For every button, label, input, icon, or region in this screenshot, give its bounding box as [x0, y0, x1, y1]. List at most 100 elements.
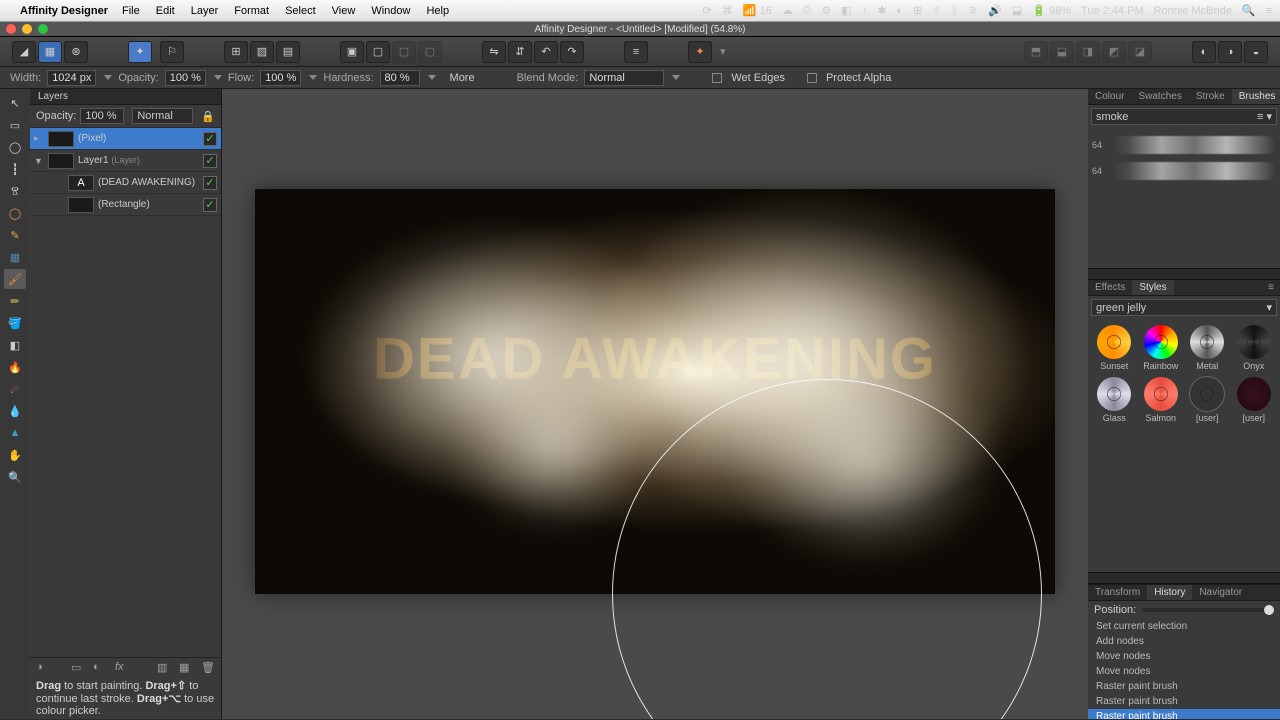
battery-icon[interactable]: 🔋 98%	[1032, 4, 1071, 17]
freehand-select-icon[interactable]: Ⱄ	[4, 181, 26, 201]
view1-icon[interactable]: ◐	[1192, 41, 1216, 63]
layers-tab[interactable]: Layers	[30, 89, 221, 105]
window-traffic-lights[interactable]	[6, 24, 48, 34]
history-slider[interactable]	[1142, 608, 1274, 612]
add-pixel-icon[interactable]: ▦	[179, 661, 193, 675]
smudge-tool-icon[interactable]: ☄	[4, 379, 26, 399]
history-item[interactable]: Raster paint brush	[1088, 679, 1280, 694]
tab-navigator[interactable]: Navigator	[1192, 585, 1249, 600]
tab-brushes[interactable]: Brushes	[1232, 89, 1280, 104]
width-field[interactable]: 1024 px	[47, 70, 96, 86]
dropbox-icon[interactable]: ⬓	[1012, 4, 1022, 17]
style-swatch[interactable]: Metal	[1187, 325, 1228, 371]
hardness-field[interactable]: 80 %	[380, 70, 420, 86]
tab-transform[interactable]: Transform	[1088, 585, 1147, 600]
pan-tool-icon[interactable]: ✋	[4, 445, 26, 465]
zoom-tool-icon[interactable]: 🔍	[4, 467, 26, 487]
tray-icon[interactable]: ⚙	[822, 4, 832, 17]
brush-item[interactable]: 64	[1092, 158, 1276, 184]
tray-icon[interactable]: ♪	[862, 5, 868, 17]
style-swatch[interactable]: Rainbow	[1141, 325, 1182, 371]
lock-icon[interactable]: 🔒	[201, 110, 215, 123]
arrange-forward-icon[interactable]: ▢	[366, 41, 390, 63]
menu-edit[interactable]: Edit	[156, 5, 175, 17]
rotate-cw-icon[interactable]: ↷	[560, 41, 584, 63]
boolean-sub-icon[interactable]: ⬓	[1050, 41, 1074, 63]
quickfx-icon[interactable]: ✦	[688, 41, 712, 63]
rotate-ccw-icon[interactable]: ↶	[534, 41, 558, 63]
layer-row[interactable]: ▼ Layer1 (Layer) ✓	[30, 150, 221, 172]
tab-swatches[interactable]: Swatches	[1131, 89, 1188, 104]
adj-icon[interactable]: ◐	[93, 661, 107, 675]
menu-layer[interactable]: Layer	[191, 5, 219, 17]
tray-icon[interactable]: ◐	[897, 5, 904, 17]
layer-row[interactable]: ▸ (Pixel) ✓	[30, 128, 221, 150]
persona-export-icon[interactable]: ⊛	[64, 41, 88, 63]
blur-tool-icon[interactable]: 💧	[4, 401, 26, 421]
more-button[interactable]: More	[450, 72, 475, 84]
boolean-xor-icon[interactable]: ◩	[1102, 41, 1126, 63]
arrange-backward-icon[interactable]: ▢	[392, 41, 416, 63]
add-layer-icon[interactable]: ▥	[157, 661, 171, 675]
artboard[interactable]: DEAD AWAKENING	[255, 189, 1055, 594]
boolean-int-icon[interactable]: ◨	[1076, 41, 1100, 63]
visibility-checkbox[interactable]: ✓	[203, 154, 217, 168]
style-swatch[interactable]: [user]	[1187, 377, 1228, 423]
move-tool-icon[interactable]: ↖	[4, 93, 26, 113]
boolean-add-icon[interactable]: ⬒	[1024, 41, 1048, 63]
notifications-icon[interactable]: ≡	[1266, 5, 1272, 17]
tab-colour[interactable]: Colour	[1088, 89, 1131, 104]
flip-v-icon[interactable]: ⇵	[508, 41, 532, 63]
flip-h-icon[interactable]: ⇋	[482, 41, 506, 63]
snap-icon[interactable]: ⊞	[224, 41, 248, 63]
tray-icon[interactable]: ⌘	[722, 4, 733, 17]
panel-menu-icon[interactable]: ≡	[1261, 280, 1280, 295]
style-swatch[interactable]: Sunset	[1094, 325, 1135, 371]
history-item[interactable]: Move nodes	[1088, 664, 1280, 679]
menu-help[interactable]: Help	[426, 5, 449, 17]
assistant-icon[interactable]: ✦	[128, 41, 152, 63]
view3-icon[interactable]: ◒	[1244, 41, 1268, 63]
tab-styles[interactable]: Styles	[1132, 280, 1173, 295]
view2-icon[interactable]: ◑	[1218, 41, 1242, 63]
wifi-icon[interactable]: ⚞	[968, 4, 978, 17]
burn-tool-icon[interactable]: 🔥	[4, 357, 26, 377]
layer-row[interactable]: A (DEAD AWAKENING) ✓	[30, 172, 221, 194]
persona-vector-icon[interactable]: ◢	[12, 41, 36, 63]
user-name[interactable]: Ronnie McBride	[1154, 5, 1232, 17]
clock[interactable]: Tue 2:44 PM	[1081, 5, 1144, 17]
delete-layer-icon[interactable]: 🗑	[201, 661, 215, 675]
style-swatch[interactable]: [user]	[1234, 377, 1275, 423]
tray-icon[interactable]: ⊞	[913, 4, 922, 17]
fx-icon[interactable]: ▭	[71, 661, 85, 675]
volume-icon[interactable]: 🔊	[988, 4, 1002, 17]
history-item[interactable]: Raster paint brush	[1088, 694, 1280, 709]
app-name[interactable]: Affinity Designer	[20, 5, 108, 17]
tray-icon[interactable]: ⇪	[932, 4, 941, 17]
menu-window[interactable]: Window	[371, 5, 410, 17]
brush-item[interactable]: 64	[1092, 132, 1276, 158]
pixel-tool-icon[interactable]: ✏	[4, 291, 26, 311]
menu-file[interactable]: File	[122, 5, 140, 17]
tab-stroke[interactable]: Stroke	[1189, 89, 1232, 104]
fx2-icon[interactable]: fx	[115, 661, 129, 675]
menu-view[interactable]: View	[332, 5, 356, 17]
tray-icon[interactable]: ◧	[841, 4, 851, 17]
menu-format[interactable]: Format	[234, 5, 269, 17]
style-swatch[interactable]: Glass	[1094, 377, 1135, 423]
fill-tool-icon[interactable]: 🪣	[4, 313, 26, 333]
align-icon[interactable]: ≡	[624, 41, 648, 63]
layer-blend-field[interactable]: Normal	[132, 108, 193, 124]
tray-icon[interactable]: ☁	[782, 4, 793, 17]
flow-field[interactable]: 100 %	[260, 70, 301, 86]
sharpen-tool-icon[interactable]: ▲	[4, 423, 26, 443]
layer-opacity-field[interactable]: 100 %	[80, 108, 124, 124]
persona-pixel-icon[interactable]: ▦	[38, 41, 62, 63]
tab-history[interactable]: History	[1147, 585, 1192, 600]
brush-category-select[interactable]: smoke≡ ▾	[1091, 108, 1277, 125]
history-item[interactable]: Add nodes	[1088, 634, 1280, 649]
visibility-checkbox[interactable]: ✓	[203, 176, 217, 190]
marquee-rect-icon[interactable]: ▭	[4, 115, 26, 135]
tray-icon[interactable]: 📶 16	[743, 4, 772, 17]
opacity-field[interactable]: 100 %	[165, 70, 206, 86]
